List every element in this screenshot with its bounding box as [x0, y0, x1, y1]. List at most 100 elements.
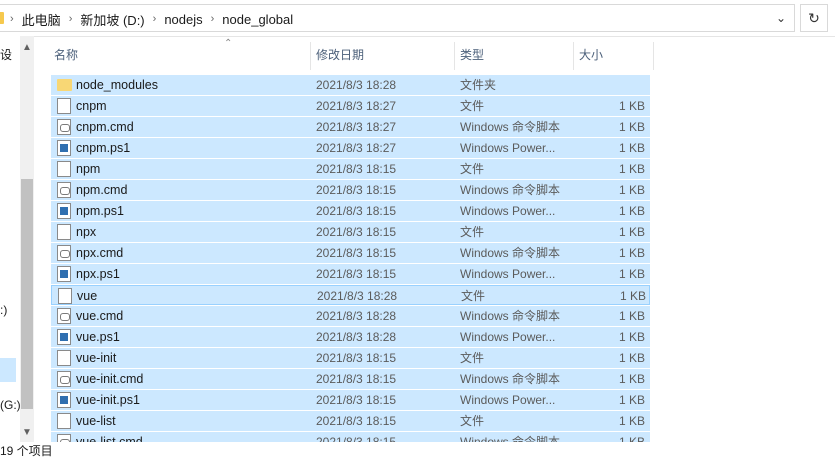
navigation-pane: 设 :) (G:) [0, 36, 21, 442]
item-count: 19 个项目 [0, 444, 53, 458]
file-date: 2021/8/3 18:15 [316, 246, 397, 260]
file-icon [57, 98, 71, 114]
column-header-type[interactable]: 类型 [454, 36, 573, 72]
nav-scrollbar[interactable]: ▲ ▼ [20, 36, 34, 442]
file-date: 2021/8/3 18:15 [316, 267, 397, 281]
chevron-down-icon[interactable]: ⌄ [774, 11, 788, 25]
scroll-up-icon[interactable]: ▲ [22, 42, 32, 53]
file-type: Windows Power... [460, 204, 556, 218]
cmd-script-icon [57, 434, 71, 442]
scrollbar-thumb[interactable] [21, 179, 33, 409]
breadcrumb-this-pc[interactable]: 此电脑 [16, 10, 67, 29]
file-type: Windows Power... [460, 267, 556, 281]
chevron-right-icon[interactable]: › [67, 13, 75, 25]
file-row[interactable]: node_modules 2021/8/3 18:28 文件夹 [51, 75, 650, 95]
file-icon [58, 288, 72, 304]
breadcrumb-node-global[interactable]: node_global [216, 12, 299, 27]
breadcrumb: › 此电脑 › 新加坡 (D:) › nodejs › node_global [8, 10, 299, 28]
scroll-down-icon[interactable]: ▼ [22, 427, 32, 438]
file-date: 2021/8/3 18:15 [316, 183, 397, 197]
file-row[interactable]: npm 2021/8/3 18:15 文件 1 KB [51, 159, 650, 179]
cmd-script-icon [57, 182, 71, 198]
file-name: npm.cmd [76, 183, 128, 197]
nav-item-fragment[interactable]: (G:) [0, 398, 21, 412]
powershell-script-icon [57, 329, 71, 345]
file-size: 1 KB [618, 99, 645, 113]
file-type: Windows 命令脚本 [460, 372, 561, 386]
chevron-right-icon[interactable]: › [209, 13, 217, 25]
file-row[interactable]: vue 2021/8/3 18:28 文件 1 KB [51, 285, 650, 305]
file-type: Windows 命令脚本 [460, 246, 561, 260]
file-date: 2021/8/3 18:28 [316, 78, 397, 92]
file-name: vue-init [76, 351, 117, 365]
file-date: 2021/8/3 18:27 [316, 99, 397, 113]
file-row[interactable]: vue.ps1 2021/8/3 18:28 Windows Power... 1 K… [51, 327, 650, 347]
file-row[interactable]: vue-init.cmd 2021/8/3 18:15 Windows 命令脚本 1 … [51, 369, 650, 389]
nav-item-fragment[interactable]: :) [0, 303, 7, 317]
file-type: Windows Power... [460, 141, 556, 155]
file-name: npx.cmd [76, 246, 124, 260]
file-size: 1 KB [618, 204, 645, 218]
chevron-right-icon[interactable]: › [151, 13, 159, 25]
file-date: 2021/8/3 18:15 [316, 414, 397, 428]
file-row[interactable]: vue-list.cmd 2021/8/3 18:15 Windows 命令脚本 1 … [51, 432, 650, 442]
file-name: npm.ps1 [76, 204, 124, 218]
file-row[interactable]: cnpm.ps1 2021/8/3 18:27 Windows Power... 1 … [51, 138, 650, 158]
file-size: 1 KB [618, 393, 645, 407]
file-name: cnpm.ps1 [76, 141, 131, 155]
file-date: 2021/8/3 18:28 [316, 309, 397, 323]
file-type: Windows Power... [460, 330, 556, 344]
file-type: 文件 [460, 162, 485, 176]
file-name: npx.ps1 [76, 267, 120, 281]
chevron-right-icon[interactable]: › [8, 13, 16, 25]
file-row[interactable]: vue-init.ps1 2021/8/3 18:15 Windows Power.… [51, 390, 650, 410]
file-row[interactable]: npx 2021/8/3 18:15 文件 1 KB [51, 222, 650, 242]
file-row[interactable]: npm.ps1 2021/8/3 18:15 Windows Power... 1 K… [51, 201, 650, 221]
file-size: 1 KB [618, 372, 645, 386]
file-type: 文件 [460, 225, 485, 239]
file-row[interactable]: npx.ps1 2021/8/3 18:15 Windows Power... 1 K… [51, 264, 650, 284]
nav-item-selected[interactable] [0, 358, 16, 382]
file-icon [57, 413, 71, 429]
file-date: 2021/8/3 18:28 [317, 289, 398, 303]
file-size: 1 KB [618, 435, 645, 442]
powershell-script-icon [57, 266, 71, 282]
breadcrumb-nodejs[interactable]: nodejs [158, 12, 208, 27]
file-date: 2021/8/3 18:15 [316, 393, 397, 407]
column-divider[interactable] [653, 42, 654, 70]
file-type: Windows 命令脚本 [460, 435, 561, 442]
file-row[interactable]: npm.cmd 2021/8/3 18:15 Windows 命令脚本 1 KB [51, 180, 650, 200]
file-row[interactable]: cnpm 2021/8/3 18:27 文件 1 KB [51, 96, 650, 116]
breadcrumb-drive-d[interactable]: 新加坡 (D:) [74, 10, 150, 29]
file-size: 1 KB [618, 267, 645, 281]
file-name: npm [76, 162, 101, 176]
file-type: Windows Power... [460, 393, 556, 407]
nav-item-fragment[interactable]: 设 [0, 46, 12, 63]
powershell-script-icon [57, 140, 71, 156]
column-headers: ⌃ 名称 修改日期 类型 大小 [48, 36, 654, 72]
file-date: 2021/8/3 18:15 [316, 372, 397, 386]
file-row[interactable]: vue-init 2021/8/3 18:15 文件 1 KB [51, 348, 650, 368]
file-row[interactable]: npx.cmd 2021/8/3 18:15 Windows 命令脚本 1 KB [51, 243, 650, 263]
file-row[interactable]: vue.cmd 2021/8/3 18:28 Windows 命令脚本 1 KB [51, 306, 650, 326]
file-date: 2021/8/3 18:15 [316, 225, 397, 239]
refresh-icon: ↻ [808, 10, 820, 26]
address-bar[interactable]: › 此电脑 › 新加坡 (D:) › nodejs › node_global … [0, 4, 795, 32]
file-row[interactable]: vue-list 2021/8/3 18:15 文件 1 KB [51, 411, 650, 431]
refresh-button[interactable]: ↻ [800, 4, 828, 32]
column-header-date[interactable]: 修改日期 [310, 36, 454, 72]
file-date: 2021/8/3 18:28 [316, 330, 397, 344]
column-header-name[interactable]: 名称 [48, 36, 310, 72]
file-row[interactable]: cnpm.cmd 2021/8/3 18:27 Windows 命令脚本 1 KB [51, 117, 650, 137]
file-date: 2021/8/3 18:15 [316, 162, 397, 176]
file-size [575, 75, 645, 95]
address-bar-container: › 此电脑 › 新加坡 (D:) › nodejs › node_global … [0, 0, 835, 37]
file-list: node_modules 2021/8/3 18:28 文件夹 cnpm 2021/8/… [51, 75, 650, 442]
file-type: 文件夹 [460, 78, 497, 92]
column-header-size[interactable]: 大小 [573, 36, 653, 72]
file-size: 1 KB [618, 351, 645, 365]
file-size: 1 KB [618, 120, 645, 134]
file-type: Windows 命令脚本 [460, 120, 561, 134]
folder-icon [57, 79, 72, 91]
file-name: node_modules [76, 78, 159, 92]
